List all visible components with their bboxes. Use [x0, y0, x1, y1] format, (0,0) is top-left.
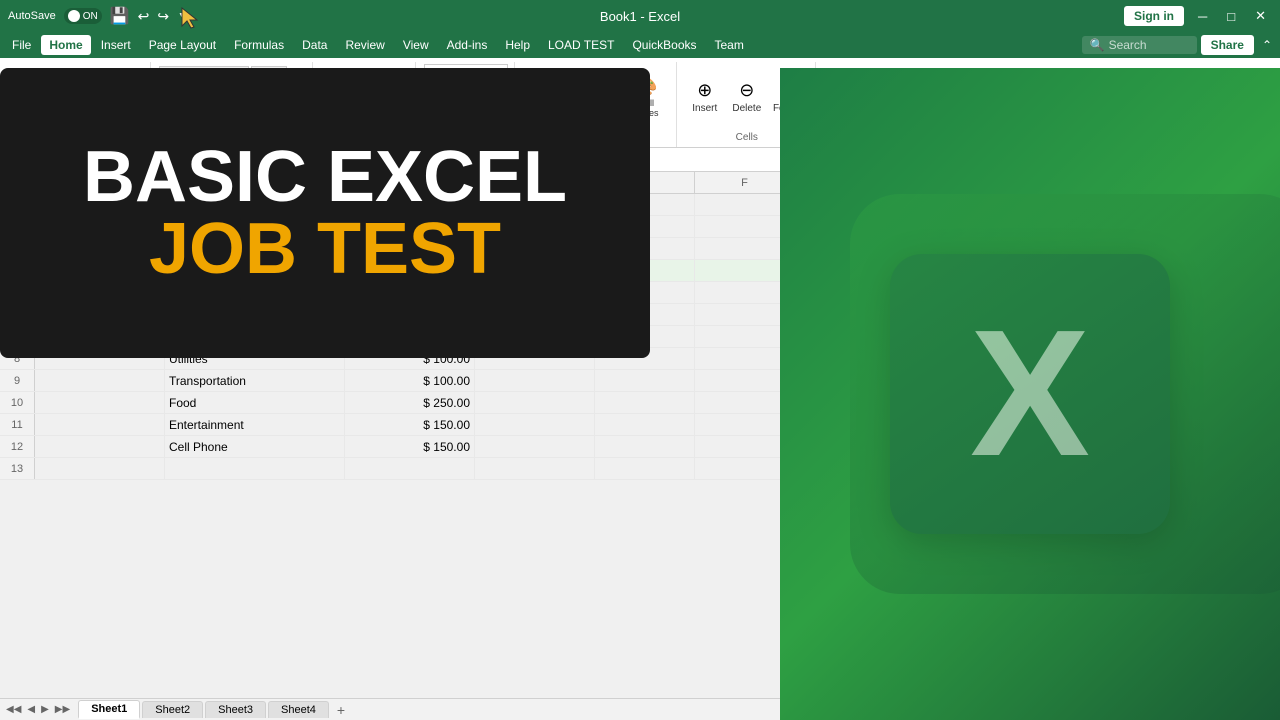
cell-a11[interactable] — [35, 414, 165, 435]
sheet-nav-last[interactable]: ▶▶ — [53, 702, 72, 717]
menu-team[interactable]: Team — [707, 35, 752, 55]
window-title: Book1 - Excel — [600, 9, 680, 24]
cell-d11[interactable] — [475, 414, 595, 435]
title-bar-right: Sign in ─ □ ✕ — [1124, 6, 1272, 26]
row-num-10: 10 — [0, 392, 35, 413]
menu-view[interactable]: View — [395, 35, 437, 55]
title-bar: AutoSave ON 💾 ↩ ↪ ▼ Book1 - Excel Sign i… — [0, 0, 1280, 32]
menu-help[interactable]: Help — [497, 35, 538, 55]
menu-page-layout[interactable]: Page Layout — [141, 35, 224, 55]
menu-bar: File Home Insert Page Layout Formulas Da… — [0, 32, 1280, 58]
overlay-text: BASIC EXCEL JOB TEST — [83, 141, 567, 285]
toggle-thumb — [68, 10, 80, 22]
row-num-9: 9 — [0, 370, 35, 391]
video-thumbnail-overlay: BASIC EXCEL JOB TEST — [0, 68, 650, 358]
row-num-11: 11 — [0, 414, 35, 435]
cell-a10[interactable] — [35, 392, 165, 413]
sheet-tab-2[interactable]: Sheet2 — [142, 701, 203, 718]
excel-logo-panel: X — [780, 68, 1280, 720]
menu-quickbooks[interactable]: QuickBooks — [624, 35, 704, 55]
share-button[interactable]: Share — [1201, 35, 1254, 55]
sheet-tab-3[interactable]: Sheet3 — [205, 701, 266, 718]
cell-c10[interactable]: $ 250.00 — [345, 392, 475, 413]
search-box: 🔍 — [1082, 36, 1197, 54]
menu-addins[interactable]: Add-ins — [439, 35, 496, 55]
redo-icon[interactable]: ↪ — [157, 8, 169, 25]
row-num-12: 12 — [0, 436, 35, 457]
sheet-navigation: ◀◀ ◀ ▶ ▶▶ — [4, 702, 72, 717]
menu-formulas[interactable]: Formulas — [226, 35, 292, 55]
cell-e13[interactable] — [595, 458, 695, 479]
insert-icon: ⊕ — [697, 80, 712, 101]
cell-c13[interactable] — [345, 458, 475, 479]
menu-load-test[interactable]: LOAD TEST — [540, 35, 622, 55]
delete-cells-button[interactable]: ⊖ Delete — [727, 68, 767, 126]
undo-icon[interactable]: ↩ — [138, 8, 150, 25]
menu-review[interactable]: Review — [337, 35, 392, 55]
menu-data[interactable]: Data — [294, 35, 335, 55]
row-num-13: 13 — [0, 458, 35, 479]
sheet-nav-prev[interactable]: ◀◀ — [4, 702, 23, 717]
autosave-toggle[interactable]: ON — [64, 8, 102, 24]
menu-insert[interactable]: Insert — [93, 35, 139, 55]
cell-b9[interactable]: Transportation — [165, 370, 345, 391]
close-button[interactable]: ✕ — [1249, 6, 1272, 26]
cell-b11[interactable]: Entertainment — [165, 414, 345, 435]
cell-d13[interactable] — [475, 458, 595, 479]
sign-in-button[interactable]: Sign in — [1124, 6, 1184, 26]
title-bar-left: AutoSave ON 💾 ↩ ↪ ▼ — [8, 6, 189, 26]
excel-bg-logo — [850, 194, 1280, 594]
autosave-label: AutoSave — [8, 10, 56, 22]
cell-b10[interactable]: Food — [165, 392, 345, 413]
restore-button[interactable]: □ — [1221, 7, 1241, 26]
cell-e11[interactable] — [595, 414, 695, 435]
cell-a12[interactable] — [35, 436, 165, 457]
menu-home[interactable]: Home — [41, 35, 90, 55]
cell-e9[interactable] — [595, 370, 695, 391]
add-sheet-button[interactable]: + — [331, 700, 351, 720]
cell-c9[interactable]: $ 100.00 — [345, 370, 475, 391]
overlay-line2-job: JOB TEST — [149, 213, 501, 285]
sheet-tab-1[interactable]: Sheet1 — [78, 700, 140, 719]
delete-icon: ⊖ — [739, 80, 754, 101]
cell-c12[interactable]: $ 150.00 — [345, 436, 475, 457]
cell-d12[interactable] — [475, 436, 595, 457]
menu-file[interactable]: File — [4, 35, 39, 55]
cell-d10[interactable] — [475, 392, 595, 413]
cell-a9[interactable] — [35, 370, 165, 391]
cell-a13[interactable] — [35, 458, 165, 479]
quick-access-icon[interactable]: ▼ — [177, 9, 189, 23]
sheet-nav-left[interactable]: ◀ — [25, 702, 37, 717]
menu-bar-right: 🔍 Share ⌃ — [1082, 35, 1276, 55]
cell-d9[interactable] — [475, 370, 595, 391]
sheet-tab-4[interactable]: Sheet4 — [268, 701, 329, 718]
cell-c11[interactable]: $ 150.00 — [345, 414, 475, 435]
cell-e10[interactable] — [595, 392, 695, 413]
insert-cells-button[interactable]: ⊕ Insert — [685, 68, 725, 126]
cell-e12[interactable] — [595, 436, 695, 457]
ribbon-collapse-icon[interactable]: ⌃ — [1258, 36, 1276, 54]
cell-b13[interactable] — [165, 458, 345, 479]
search-input[interactable] — [1109, 38, 1189, 52]
file-icon: 💾 — [110, 6, 130, 26]
minimize-button[interactable]: ─ — [1192, 7, 1213, 26]
cells-label: Cells — [736, 130, 758, 145]
search-icon: 🔍 — [1090, 38, 1105, 52]
overlay-line1: BASIC EXCEL — [83, 141, 567, 213]
cell-b12[interactable]: Cell Phone — [165, 436, 345, 457]
toggle-state: ON — [83, 11, 98, 22]
sheet-nav-right[interactable]: ▶ — [39, 702, 51, 717]
